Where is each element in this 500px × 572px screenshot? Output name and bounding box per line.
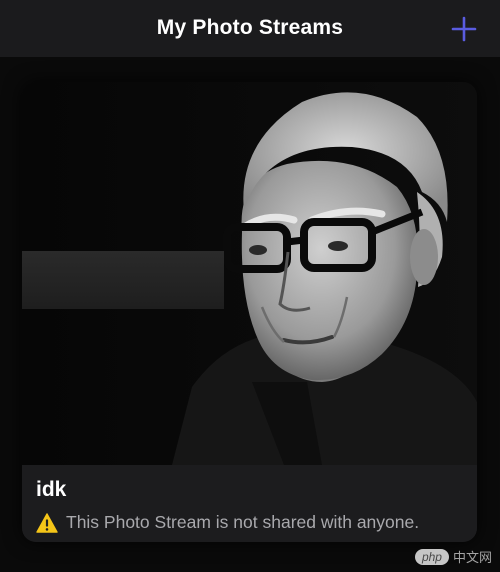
stream-cover-photo bbox=[22, 82, 477, 465]
watermark-badge: php bbox=[414, 548, 449, 565]
navigation-bar: My Photo Streams bbox=[0, 0, 500, 57]
stream-name: idk bbox=[36, 478, 67, 501]
stream-info: idk This Photo Stream is not shared with… bbox=[22, 465, 477, 542]
warning-icon bbox=[36, 512, 58, 533]
page-title: My Photo Streams bbox=[156, 16, 344, 39]
watermark: php 中文网 bbox=[414, 547, 492, 566]
streams-list: idk This Photo Stream is not shared with… bbox=[0, 57, 500, 572]
watermark-text: 中文网 bbox=[452, 550, 492, 565]
photo-stream-card[interactable]: idk This Photo Stream is not shared with… bbox=[22, 82, 477, 542]
plus-icon bbox=[451, 16, 477, 42]
redaction-block bbox=[22, 251, 224, 309]
stream-status: This Photo Stream is not shared with any… bbox=[36, 512, 419, 533]
add-stream-button[interactable] bbox=[450, 15, 478, 43]
status-text: This Photo Stream is not shared with any… bbox=[66, 512, 420, 532]
